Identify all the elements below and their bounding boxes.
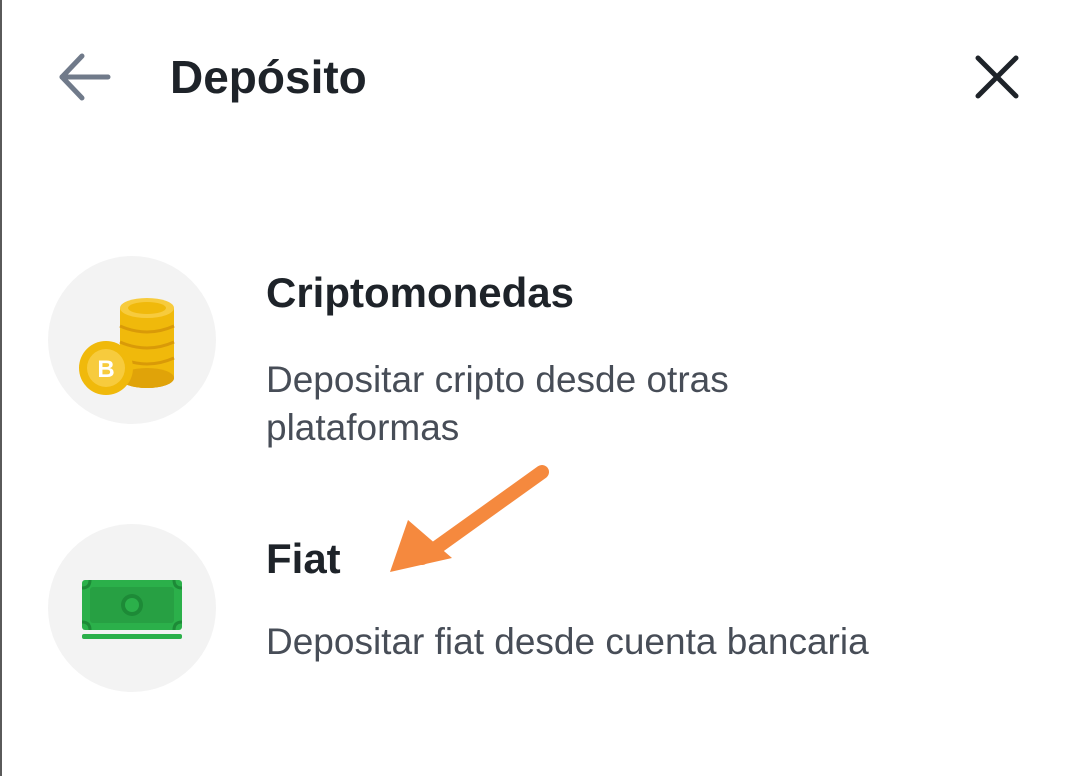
arrow-left-icon xyxy=(59,53,111,101)
header: Depósito xyxy=(0,0,1080,150)
close-button[interactable] xyxy=(966,46,1028,108)
option-description: Depositar cripto desde otras plataformas xyxy=(266,359,729,448)
option-crypto[interactable]: B Criptomonedas Depositar cripto desde o… xyxy=(30,250,1040,448)
coin-glyph: B xyxy=(97,356,114,383)
option-description: Depositar fiat desde cuenta bancaria xyxy=(266,621,869,662)
option-title: Fiat xyxy=(266,535,341,582)
back-button[interactable] xyxy=(54,48,116,106)
arrow-pointer-icon xyxy=(390,465,549,572)
close-icon xyxy=(975,55,1019,99)
banknote-icon xyxy=(81,579,183,639)
page-title: Depósito xyxy=(170,51,367,103)
icon-circle xyxy=(48,524,216,692)
crypto-coins-icon: B xyxy=(79,298,175,395)
icon-circle: B xyxy=(48,256,216,424)
option-title: Criptomonedas xyxy=(266,269,575,316)
